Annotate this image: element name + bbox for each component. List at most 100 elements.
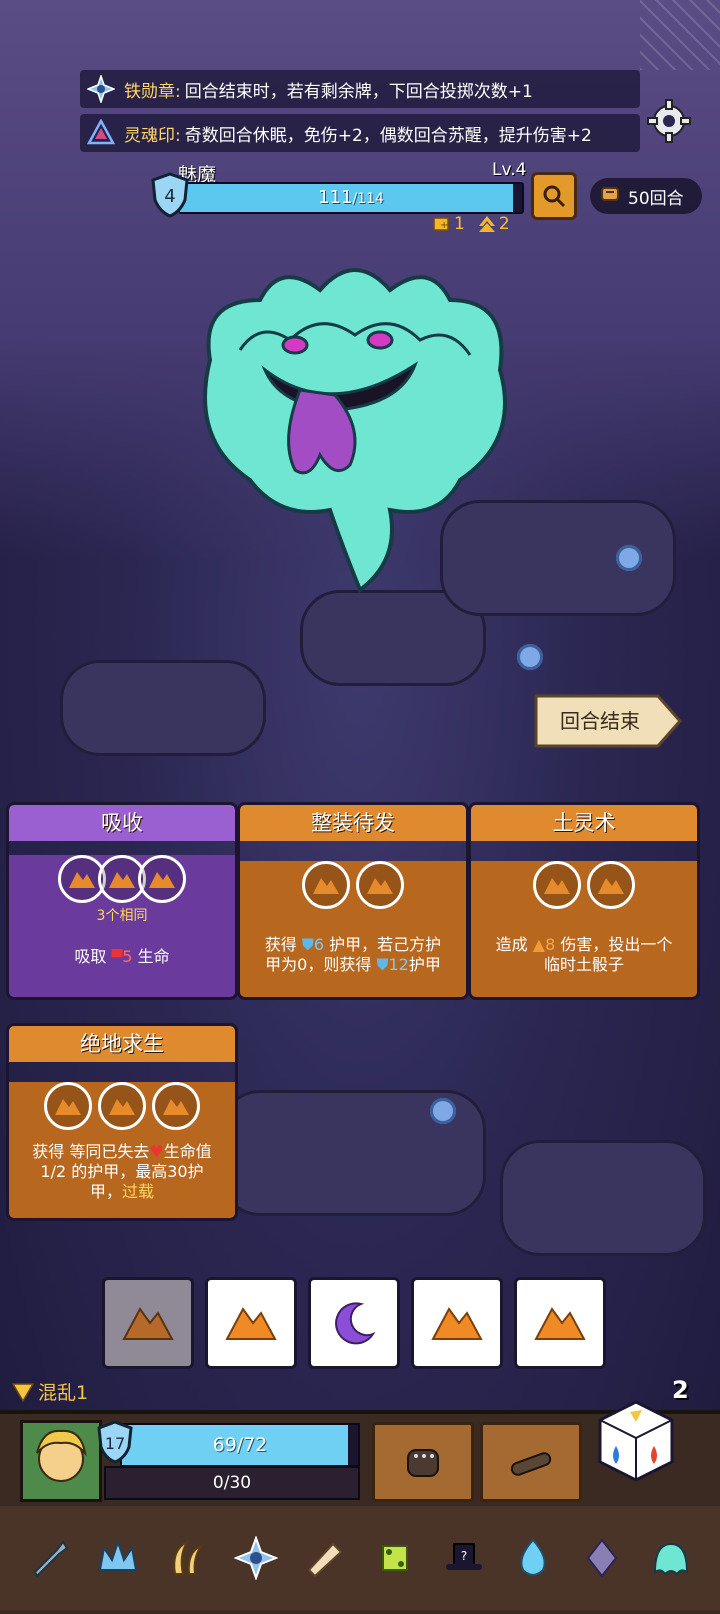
player-armor-bar: 0/30 [104, 1466, 360, 1500]
desc-text: 造成 [495, 935, 533, 954]
background-rock [500, 1140, 706, 1256]
player-level-value: 17 [105, 1434, 125, 1453]
shield-icon: ⛊ [301, 935, 314, 954]
club-icon [510, 1452, 552, 1476]
desc-text: 伤害，投出一个 [555, 935, 673, 954]
crystal-relic-icon[interactable] [576, 1532, 628, 1584]
skill-card-absorb[interactable]: 吸收 3个相同 吸取 ▀5 生命 [6, 802, 238, 1000]
rolled-die-earth-used[interactable] [102, 1277, 194, 1369]
earth-dice-slot-icon[interactable] [152, 1082, 200, 1130]
desc-text: 获得 [264, 935, 302, 954]
player-hp-text: 69/72 [212, 1434, 268, 1456]
axe-relic-icon[interactable] [23, 1532, 75, 1584]
card-title: 土灵术 [471, 805, 697, 841]
desc-text: 甲为0，则获得 [265, 955, 377, 974]
earth-damage-icon: ▲ [532, 935, 546, 954]
earth-dice-slot-icon[interactable] [44, 1082, 92, 1130]
damage-value: 8 [545, 935, 556, 954]
lifesteal-value: 5 [122, 947, 133, 966]
dice-slots [9, 1082, 235, 1130]
rolled-die-moon[interactable] [308, 1277, 400, 1369]
status-label: 混乱1 [38, 1382, 89, 1404]
enemy-info-magnifier-button[interactable] [531, 172, 577, 220]
earth-die-icon [225, 1307, 277, 1340]
desc-text: 生命值 [163, 1142, 212, 1161]
earth-dice-slot-icon[interactable] [533, 861, 581, 909]
equipment-slot-club[interactable] [480, 1422, 582, 1502]
attack-buff-value: 1 [454, 214, 465, 234]
earth-die-icon [534, 1307, 586, 1340]
armor-value: 6 [313, 935, 325, 954]
rank-up-icon [478, 216, 495, 232]
desc-text: 吸取 [74, 947, 112, 966]
round-counter: 50回合 [590, 178, 702, 214]
card-title: 绝地求生 [9, 1026, 235, 1062]
flower-decoration [616, 545, 642, 571]
succubus-ghost-monster[interactable] [170, 240, 540, 610]
desc-text: 1/2 的护甲，最高30护 [40, 1162, 204, 1181]
dice-slots [240, 861, 466, 909]
earth-dice-slot-icon[interactable] [138, 855, 186, 903]
earth-dice-slot-icon[interactable] [356, 861, 404, 909]
water-drop-relic-icon[interactable] [507, 1532, 559, 1584]
relic-banner-soul-seal: 灵魂印: 奇数回合休眠，免伤+2，偶数回合苏醒，提升伤害+2 [80, 114, 640, 152]
player-armor-text: 0/30 [212, 1473, 252, 1493]
player-hp-bar: 69/72 [120, 1423, 360, 1467]
shield-icon: ⛊ [376, 955, 389, 974]
iron-medal-relic-icon[interactable] [230, 1532, 282, 1584]
svg-text:?: ? [461, 1549, 467, 1563]
earth-dice-slot-icon[interactable] [302, 861, 350, 909]
rolled-die-earth[interactable] [514, 1277, 606, 1369]
relic-bar: ? [0, 1506, 720, 1610]
desc-text: 护甲，若己方护 [324, 935, 442, 954]
magnifier-icon [543, 185, 566, 208]
clover-relic-icon[interactable] [369, 1532, 421, 1584]
player-avatar[interactable] [20, 1420, 102, 1502]
earth-die-icon [431, 1307, 483, 1340]
skill-card-earth-spell[interactable]: 土灵术 造成 ▲8 伤害，投出一个 临时土骰子 [468, 802, 700, 1000]
desc-text: 获得 等同已失去 [32, 1142, 150, 1161]
desc-text: 护甲 [408, 955, 441, 974]
rolled-die-earth[interactable] [205, 1277, 297, 1369]
card-description: 吸取 ▀5 生命 [9, 947, 235, 968]
earth-dice-slot-icon[interactable] [587, 861, 635, 909]
spiderweb-decoration [640, 0, 720, 70]
ghost-relic-icon[interactable] [645, 1532, 697, 1584]
magic-hat-relic-icon[interactable]: ? [438, 1532, 490, 1584]
spiked-fist-icon [407, 1449, 439, 1477]
end-turn-button[interactable]: 回合结束 [530, 692, 685, 750]
roll-dice-button[interactable] [596, 1398, 676, 1484]
background-rock [60, 660, 266, 756]
banner-text: 奇数回合休眠，免伤+2，偶数回合苏醒，提升伤害+2 [184, 125, 592, 146]
skill-card-last-stand[interactable]: 绝地求生 获得 等同已失去♥生命值 1/2 的护甲，最高30护 甲，过载 [6, 1023, 238, 1221]
enemy-hp-text: 111/114 [180, 184, 522, 213]
rank-buff: 2 [477, 214, 510, 234]
banner-name: 灵魂印: [124, 125, 181, 146]
rolled-die-earth[interactable] [411, 1277, 503, 1369]
confusion-status[interactable]: 混乱1 [12, 1378, 88, 1405]
heart-icon: ♥ [149, 1142, 164, 1161]
enemy-hp-max: /114 [352, 191, 384, 207]
iron-medal-icon [86, 74, 116, 104]
card-title: 吸收 [9, 805, 235, 841]
skill-card-ready[interactable]: 整装待发 获得 ⛊6 护甲，若己方护 甲为0，则获得 ⛊12护甲 [237, 802, 469, 1000]
lifesteal-icon: ▀ [111, 950, 123, 966]
dice-slots [9, 855, 235, 903]
card-requirement: 3个相同 [96, 908, 148, 924]
round-label: 50回合 [628, 188, 684, 209]
banner-name: 铁勋章: [124, 81, 181, 102]
desc-text: 生命 [132, 947, 170, 966]
horn-relic-icon[interactable] [299, 1532, 351, 1584]
claw-relic-icon[interactable] [161, 1532, 213, 1584]
attack-buff-icon: + [433, 217, 449, 231]
settings-gear-icon[interactable] [646, 98, 692, 144]
flower-decoration [430, 1098, 456, 1124]
crown-relic-icon[interactable] [92, 1532, 144, 1584]
attack-buff: + 1 [432, 214, 465, 234]
equipment-slot-fist[interactable] [372, 1422, 474, 1502]
scroll-icon [598, 182, 622, 211]
enemy-level: Lv.4 [492, 160, 527, 180]
card-description: 获得 ⛊6 护甲，若己方护 甲为0，则获得 ⛊12护甲 [240, 935, 466, 975]
earth-dice-slot-icon[interactable] [98, 1082, 146, 1130]
end-turn-label: 回合结束 [560, 709, 640, 733]
